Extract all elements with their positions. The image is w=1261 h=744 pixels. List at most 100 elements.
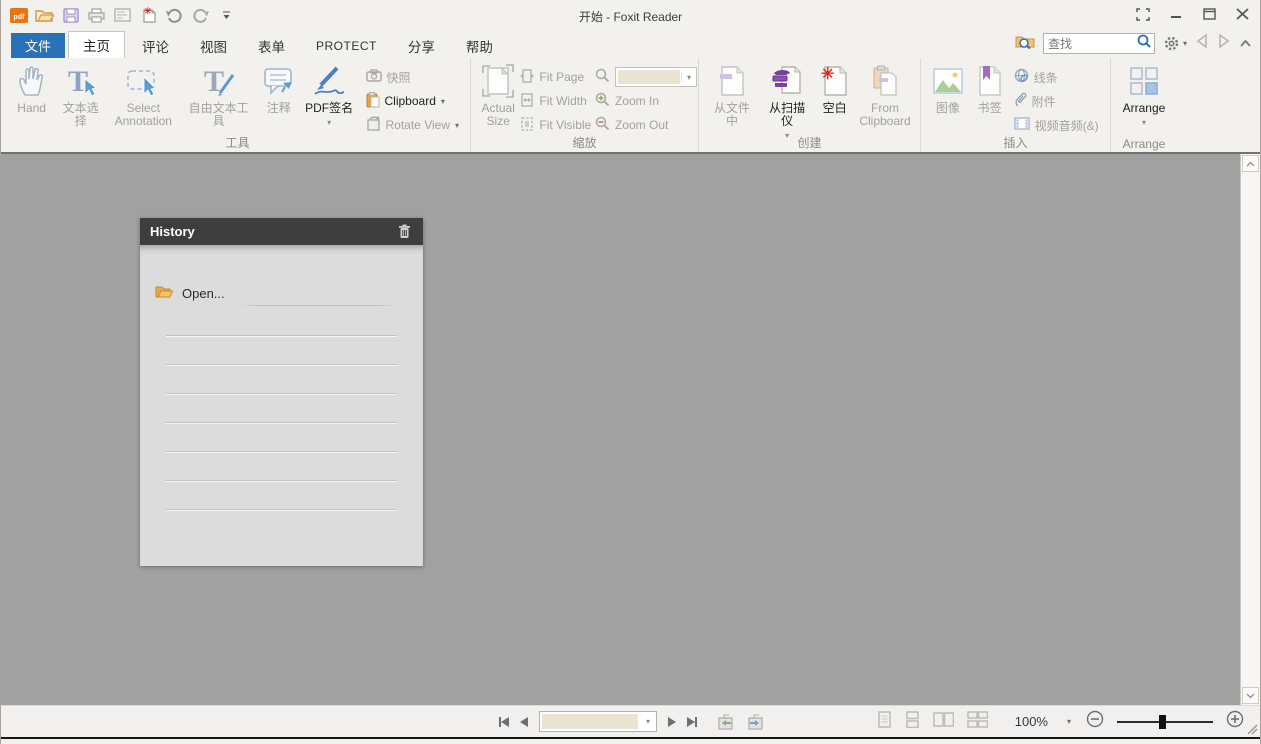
clear-history-button[interactable]	[393, 222, 415, 242]
tab-comment[interactable]: 评论	[128, 33, 183, 58]
page-number-combobox[interactable]: ▾	[539, 711, 657, 732]
zoom-percent-dropdown-icon[interactable]: ▾	[1067, 717, 1071, 726]
arrange-group-label: Arrange	[1111, 137, 1177, 151]
zoom-slider[interactable]	[1117, 715, 1213, 729]
arrange-dropdown-icon[interactable]: ▾	[1142, 116, 1146, 129]
tab-protect[interactable]: PROTECT	[302, 33, 391, 58]
insert-image-button[interactable]: 图像	[926, 61, 970, 117]
settings-gear-icon[interactable]: ▾	[1163, 35, 1187, 52]
zoom-slider-thumb[interactable]	[1159, 715, 1166, 729]
single-page-view-button[interactable]	[877, 711, 892, 733]
clipboard-dropdown-icon[interactable]: ▾	[441, 97, 445, 106]
ribbon-group-create: 从文件中 从扫描仪 ▾ ✳ 空白 From Clipboard	[699, 58, 921, 152]
previous-page-button[interactable]	[520, 713, 528, 731]
text-select-button[interactable]: T 文本选择	[53, 61, 108, 130]
zoom-percent-value[interactable]: 100%	[1015, 714, 1048, 729]
scroll-down-button[interactable]	[1242, 687, 1259, 704]
minimize-icon[interactable]	[1168, 7, 1184, 21]
settings-dropdown-icon[interactable]: ▾	[1183, 39, 1187, 48]
snapshot-button[interactable]: 快照	[366, 65, 466, 89]
pdf-sign-icon	[311, 63, 347, 99]
free-text-button[interactable]: T 自由文本工具	[179, 61, 259, 130]
page-number-dropdown-icon[interactable]: ▾	[640, 717, 656, 726]
insert-attachment-button[interactable]: 附件	[1014, 89, 1105, 113]
tab-help[interactable]: 帮助	[452, 33, 507, 58]
from-scanner-icon	[772, 63, 802, 99]
actual-size-button[interactable]: Actual Size	[476, 61, 520, 130]
search-icon[interactable]	[1137, 34, 1154, 53]
collapse-ribbon-icon[interactable]	[1239, 35, 1252, 53]
document-area: History Open...	[1, 152, 1260, 705]
fit-column: Fit Page Fit Width Fit Visible	[520, 61, 595, 137]
title-bar: pdf ✳	[1, 0, 1260, 29]
tab-form[interactable]: 表单	[244, 33, 299, 58]
zoom-level-combobox[interactable]: ▾	[615, 67, 697, 87]
zoom-in-circle-button[interactable]	[1226, 710, 1244, 733]
bookmark-icon	[977, 63, 1003, 99]
last-page-button[interactable]	[687, 713, 697, 731]
create-from-file-button[interactable]: 从文件中	[704, 61, 760, 130]
fit-page-button[interactable]: Fit Page	[520, 65, 595, 89]
vertical-scrollbar[interactable]	[1240, 154, 1260, 705]
tab-share[interactable]: 分享	[394, 33, 449, 58]
zoom-level-value[interactable]	[618, 70, 680, 84]
zoom-in-button[interactable]: Zoom In	[595, 89, 693, 113]
note-button[interactable]: 注释	[259, 61, 299, 117]
free-text-label: 自由文本工具	[184, 102, 254, 128]
clipboard-button[interactable]: Clipboard ▾	[366, 89, 466, 113]
rotate-view-dropdown-icon[interactable]: ▾	[455, 121, 459, 130]
tab-file[interactable]: 文件	[11, 33, 65, 58]
page-number-value[interactable]	[542, 714, 638, 729]
resize-grip[interactable]	[1246, 722, 1258, 734]
continuous-view-button[interactable]	[905, 711, 920, 733]
zoom-combo-row: ▾	[595, 65, 693, 89]
create-blank-button[interactable]: ✳ 空白	[814, 61, 855, 117]
insert-bookmark-label: 书签	[978, 102, 1002, 115]
next-page-button[interactable]	[668, 713, 676, 731]
window-bottom-border	[1, 737, 1260, 739]
insert-image-label: 图像	[936, 102, 960, 115]
single-page-icon	[877, 711, 892, 728]
history-open-item[interactable]: Open...	[140, 279, 423, 307]
rotate-view-label: Rotate View	[386, 118, 450, 132]
zoom-out-circle-icon	[1086, 710, 1104, 728]
create-from-clipboard-button[interactable]: From Clipboard	[855, 61, 915, 130]
pdf-sign-dropdown-icon[interactable]: ▾	[327, 116, 331, 129]
scroll-up-button[interactable]	[1242, 155, 1259, 172]
tab-home[interactable]: 主页	[68, 31, 125, 58]
insert-bookmark-button[interactable]: 书签	[970, 61, 1010, 117]
continuous-page-icon	[905, 711, 920, 728]
ribbon-group-insert: 图像 书签 线条 附件	[921, 58, 1111, 152]
continuous-facing-view-button[interactable]	[967, 711, 988, 733]
nav-forward-icon[interactable]	[1217, 34, 1231, 53]
hand-tool-button[interactable]: Hand	[10, 61, 53, 117]
from-file-icon	[718, 63, 746, 99]
fullscreen-icon[interactable]	[1135, 7, 1151, 21]
zoom-out-circle-button[interactable]	[1086, 710, 1104, 733]
actual-size-icon	[482, 63, 514, 99]
fit-visible-icon	[520, 117, 534, 134]
search-folder-icon[interactable]	[1015, 33, 1035, 54]
zoom-level-dropdown-icon[interactable]: ▾	[681, 73, 696, 82]
insert-link-button[interactable]: 线条	[1014, 65, 1105, 89]
previous-view-button[interactable]	[716, 713, 735, 731]
fit-visible-label: Fit Visible	[539, 118, 591, 132]
create-from-scanner-button[interactable]: 从扫描仪 ▾	[760, 61, 814, 144]
search-input[interactable]	[1044, 37, 1137, 51]
close-icon[interactable]	[1234, 7, 1250, 21]
facing-view-button[interactable]	[933, 711, 954, 733]
history-panel-header[interactable]: History	[140, 218, 423, 245]
arrange-button[interactable]: Arrange ▾	[1116, 61, 1172, 131]
tab-view[interactable]: 视图	[186, 33, 241, 58]
next-view-button[interactable]	[746, 713, 765, 731]
fit-width-label: Fit Width	[539, 94, 586, 108]
history-empty-row	[166, 336, 397, 365]
nav-back-icon[interactable]	[1195, 34, 1209, 53]
chevron-up-icon	[1246, 161, 1255, 167]
fit-width-button[interactable]: Fit Width	[520, 89, 595, 113]
first-page-button[interactable]	[499, 713, 509, 731]
restore-icon[interactable]	[1201, 7, 1217, 21]
select-annotation-button[interactable]: Select Annotation	[108, 61, 178, 130]
pdf-sign-button[interactable]: PDF签名 ▾	[299, 61, 360, 131]
svg-text:✳: ✳	[821, 66, 834, 83]
